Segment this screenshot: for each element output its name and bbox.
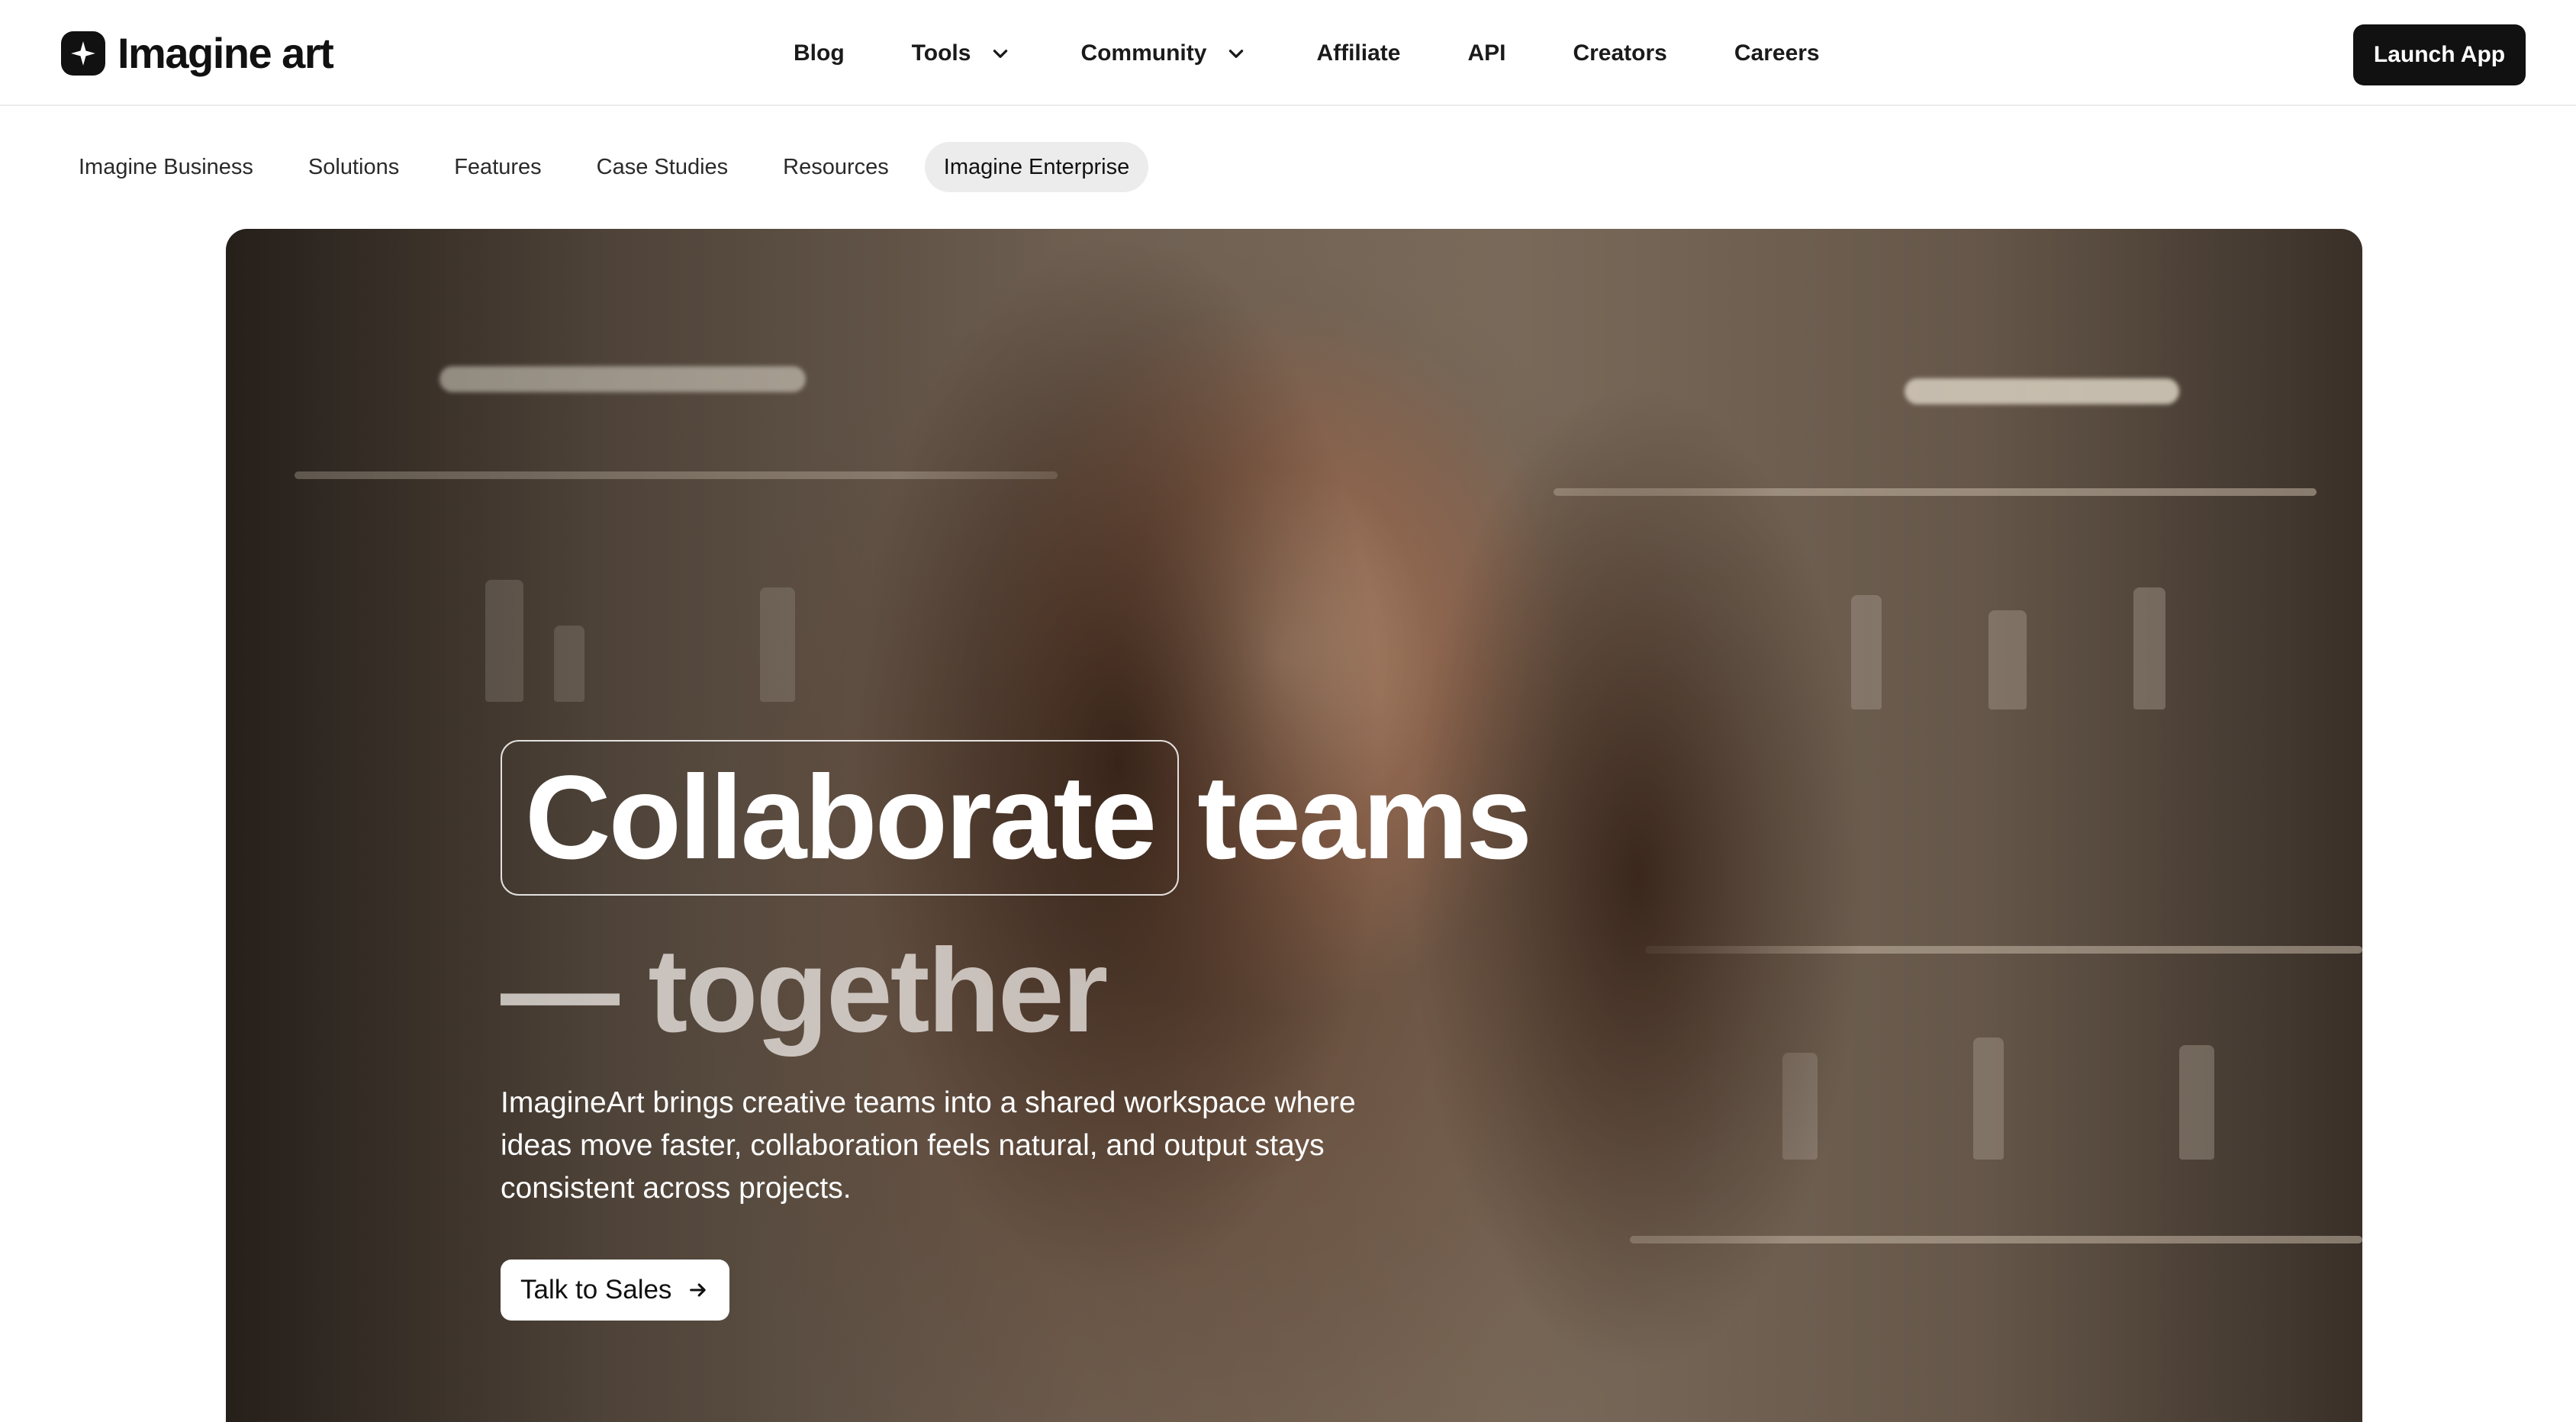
subnav-item-imagine-business[interactable]: Imagine Business [60,142,272,192]
subnav-item-resources[interactable]: Resources [764,142,908,192]
headline-text: teams [1197,751,1532,884]
main-nav: Blog Tools Community Affiliate API Creat… [794,0,1820,106]
launch-app-button[interactable]: Launch App [2353,24,2526,85]
brand-logo[interactable]: Imagine art [61,29,334,77]
nav-item-community[interactable]: Community [1080,40,1249,66]
hero-section: Collaborate teams — together ImagineArt … [226,229,2362,1422]
hero-headline: Collaborate teams [501,740,1532,896]
subnav-item-solutions[interactable]: Solutions [289,142,418,192]
headline-highlight: Collaborate [501,740,1180,896]
brand-name: Imagine art [118,29,334,77]
nav-item-api[interactable]: API [1467,40,1505,66]
talk-to-sales-button[interactable]: Talk to Sales [501,1260,730,1321]
sparkle-logo-icon [61,31,105,76]
nav-item-label: API [1467,40,1506,66]
arrow-right-icon [687,1279,710,1301]
nav-item-label: Careers [1734,40,1820,66]
nav-item-label: Blog [794,40,845,66]
nav-item-tools[interactable]: Tools [912,40,1014,66]
headline-subline: — together [501,925,1108,1057]
nav-item-careers[interactable]: Careers [1734,40,1820,66]
nav-item-affiliate[interactable]: Affiliate [1316,40,1400,66]
subnav-item-features[interactable]: Features [435,142,560,192]
nav-item-blog[interactable]: Blog [794,40,845,66]
nav-item-label: Community [1080,40,1207,66]
nav-item-creators[interactable]: Creators [1573,40,1666,66]
nav-item-label: Tools [911,40,971,66]
cta-label: Talk to Sales [520,1275,672,1305]
top-navbar: Imagine art Blog Tools Community Affilia… [0,0,2576,106]
subnav-item-case-studies[interactable]: Case Studies [578,142,748,192]
chevron-down-icon [1223,40,1249,66]
sub-nav: Imagine Business Solutions Features Case… [60,142,1165,192]
subnav-item-imagine-enterprise[interactable]: Imagine Enterprise [924,142,1149,192]
nav-item-label: Affiliate [1316,40,1401,66]
hero-description: ImagineArt brings creative teams into a … [501,1086,1356,1205]
chevron-down-icon [987,40,1013,66]
nav-item-label: Creators [1573,40,1667,66]
